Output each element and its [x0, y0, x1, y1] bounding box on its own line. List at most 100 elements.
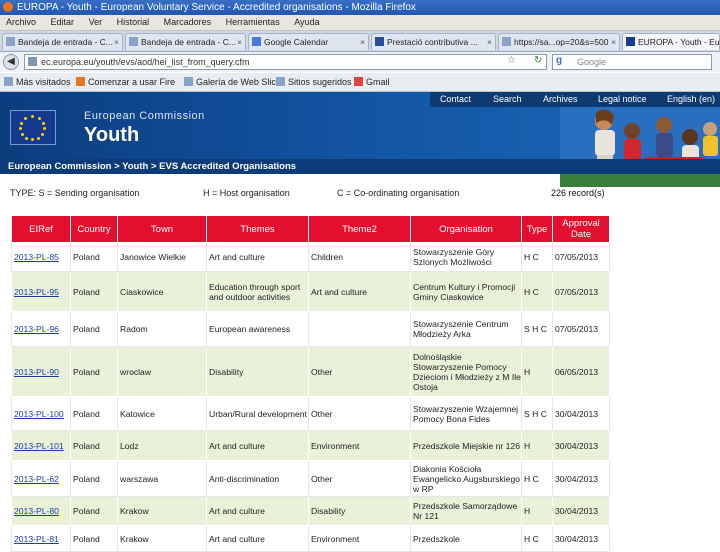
town-cell: Lodz — [117, 430, 207, 461]
col-town[interactable]: Town — [117, 215, 207, 243]
organisation-cell: Diakonia Kościoła Ewangelicko Augsburski… — [410, 460, 522, 497]
menu-herramientas[interactable]: Herramientas — [226, 17, 280, 27]
mail-icon — [354, 77, 363, 86]
eiref-cell[interactable]: 2013-PL-81 — [11, 525, 71, 552]
tab-inbox-1[interactable]: Bandeja de entrada - C... × — [2, 33, 123, 50]
firefox-icon — [76, 77, 85, 86]
search-input[interactable]: Google — [552, 54, 712, 70]
organisation-cell: Przedszkole — [410, 525, 522, 552]
bookmark-galeria[interactable]: Galería de Web Slice — [184, 73, 281, 91]
eiref-link[interactable]: 2013-PL-80 — [14, 506, 59, 516]
eiref-cell[interactable]: 2013-PL-100 — [11, 396, 71, 431]
eiref-cell[interactable]: 2013-PL-96 — [11, 311, 71, 347]
themes-cell: European awareness — [206, 311, 309, 347]
country-cell: Poland — [70, 396, 118, 431]
table-row: 2013-PL-80 Poland Krakow Art and culture… — [11, 496, 610, 526]
tab-label: Google Calendar — [264, 37, 329, 47]
eiref-cell[interactable]: 2013-PL-80 — [11, 496, 71, 526]
col-type[interactable]: Type — [521, 215, 553, 243]
language-selector[interactable]: English (en) — [667, 92, 715, 107]
eiref-cell[interactable]: 2013-PL-101 — [11, 430, 71, 461]
eiref-cell[interactable]: 2013-PL-62 — [11, 460, 71, 497]
organisation-cell: Centrum Kultury i Promocji Gminy Ciaskow… — [410, 271, 522, 312]
tab-europa-youth[interactable]: EUROPA - Youth - Euro — [622, 33, 720, 50]
eiref-link[interactable]: 2013-PL-90 — [14, 367, 59, 377]
link-contact[interactable]: Contact — [440, 92, 471, 107]
col-themes[interactable]: Themes — [206, 215, 309, 243]
calendar-icon — [252, 37, 261, 46]
themes-cell: Education through sport and outdoor acti… — [206, 271, 309, 312]
eiref-cell[interactable]: 2013-PL-95 — [11, 271, 71, 312]
col-organisation[interactable]: Organisation — [410, 215, 522, 243]
tab-label: EUROPA - Youth - Euro — [638, 37, 720, 47]
eiref-link[interactable]: 2013-PL-81 — [14, 534, 59, 544]
site-identity-icon[interactable] — [28, 57, 37, 66]
close-icon[interactable]: × — [487, 34, 492, 50]
close-icon[interactable]: × — [611, 34, 616, 50]
reload-icon[interactable]: ↻ — [534, 55, 542, 66]
eu-flag-logo[interactable] — [10, 110, 56, 145]
link-search[interactable]: Search — [493, 92, 522, 107]
town-cell: Radom — [117, 311, 207, 347]
col-theme2[interactable]: Theme2 — [308, 215, 411, 243]
bookmark-comenzar[interactable]: Comenzar a usar Fire — [76, 73, 175, 91]
eiref-link[interactable]: 2013-PL-85 — [14, 252, 59, 262]
back-button[interactable]: ◀ — [3, 54, 19, 70]
organisation-cell: Przedszkole Miejskie nr 126 — [410, 430, 522, 461]
link-legal-notice[interactable]: Legal notice — [598, 92, 647, 107]
youth-heading: Youth — [84, 124, 140, 146]
type-legend-c: C = Co-ordinating organisation — [337, 188, 460, 198]
theme2-cell: Other — [308, 346, 411, 397]
date-cell: 30/04/2013 — [552, 460, 610, 497]
tab-https[interactable]: https://sa...op=20&s=500 × — [498, 33, 620, 50]
theme2-cell: Environment — [308, 525, 411, 552]
link-archives[interactable]: Archives — [543, 92, 578, 107]
eiref-link[interactable]: 2013-PL-62 — [14, 474, 59, 484]
menu-ayuda[interactable]: Ayuda — [294, 17, 319, 27]
themes-cell: Art and culture — [206, 525, 309, 552]
breadcrumb-text[interactable]: European Commission > Youth > EVS Accred… — [8, 161, 296, 172]
type-cell: H C — [521, 271, 553, 312]
top-links: Contact Search Archives Legal notice Eng… — [430, 92, 720, 107]
themes-cell: Art and culture — [206, 496, 309, 526]
themes-cell: Urban/Rural development — [206, 396, 309, 431]
close-icon[interactable]: × — [360, 34, 365, 50]
town-cell: wroclaw — [117, 346, 207, 397]
close-icon[interactable]: × — [237, 34, 242, 50]
eiref-link[interactable]: 2013-PL-101 — [14, 441, 64, 451]
tab-label: Bandeja de entrada - C... — [141, 37, 236, 47]
table-header-row: EIRef Country Town Themes Theme2 Organis… — [11, 215, 610, 243]
col-eiref[interactable]: EIRef — [11, 215, 71, 243]
menu-marcadores[interactable]: Marcadores — [164, 17, 212, 27]
col-country[interactable]: Country — [70, 215, 118, 243]
menu-editar[interactable]: Editar — [51, 17, 75, 27]
bookmark-sitios-sugeridos[interactable]: Sitios sugeridos — [276, 73, 352, 91]
eiref-link[interactable]: 2013-PL-96 — [14, 324, 59, 334]
menu-archivo[interactable]: Archivo — [6, 17, 36, 27]
menu-ver[interactable]: Ver — [89, 17, 103, 27]
town-cell: Krakow — [117, 496, 207, 526]
bookmark-gmail[interactable]: Gmail — [354, 73, 390, 91]
bookmark-mas-visitados[interactable]: Más visitados — [4, 73, 71, 91]
date-cell: 06/05/2013 — [552, 346, 610, 397]
town-cell: Janowice Wielkie — [117, 242, 207, 272]
table-row: 2013-PL-90 Poland wroclaw Disability Oth… — [11, 346, 610, 397]
tab-prestacio[interactable]: Prestació contributiva ... × — [371, 33, 496, 50]
close-icon[interactable]: × — [114, 34, 119, 50]
eiref-cell[interactable]: 2013-PL-85 — [11, 242, 71, 272]
google-icon[interactable]: g — [556, 55, 562, 66]
bookmark-star-icon[interactable]: ☆ — [507, 55, 516, 66]
commission-heading: European Commission — [84, 110, 205, 122]
eiref-link[interactable]: 2013-PL-95 — [14, 287, 59, 297]
col-approval-date[interactable]: Approval Date — [552, 215, 610, 243]
type-cell: H C — [521, 525, 553, 552]
menu-historial[interactable]: Historial — [117, 17, 150, 27]
eiref-cell[interactable]: 2013-PL-90 — [11, 346, 71, 397]
url-bar[interactable]: ec.europa.eu/youth/evs/aod/hei_list_from… — [24, 54, 547, 70]
tab-google-calendar[interactable]: Google Calendar × — [248, 33, 369, 50]
type-cell: H — [521, 430, 553, 461]
tab-inbox-2[interactable]: Bandeja de entrada - C... × — [125, 33, 246, 50]
eiref-link[interactable]: 2013-PL-100 — [14, 409, 64, 419]
table-row: 2013-PL-100 Poland Katowice Urban/Rural … — [11, 396, 610, 431]
header-photo — [560, 107, 720, 187]
